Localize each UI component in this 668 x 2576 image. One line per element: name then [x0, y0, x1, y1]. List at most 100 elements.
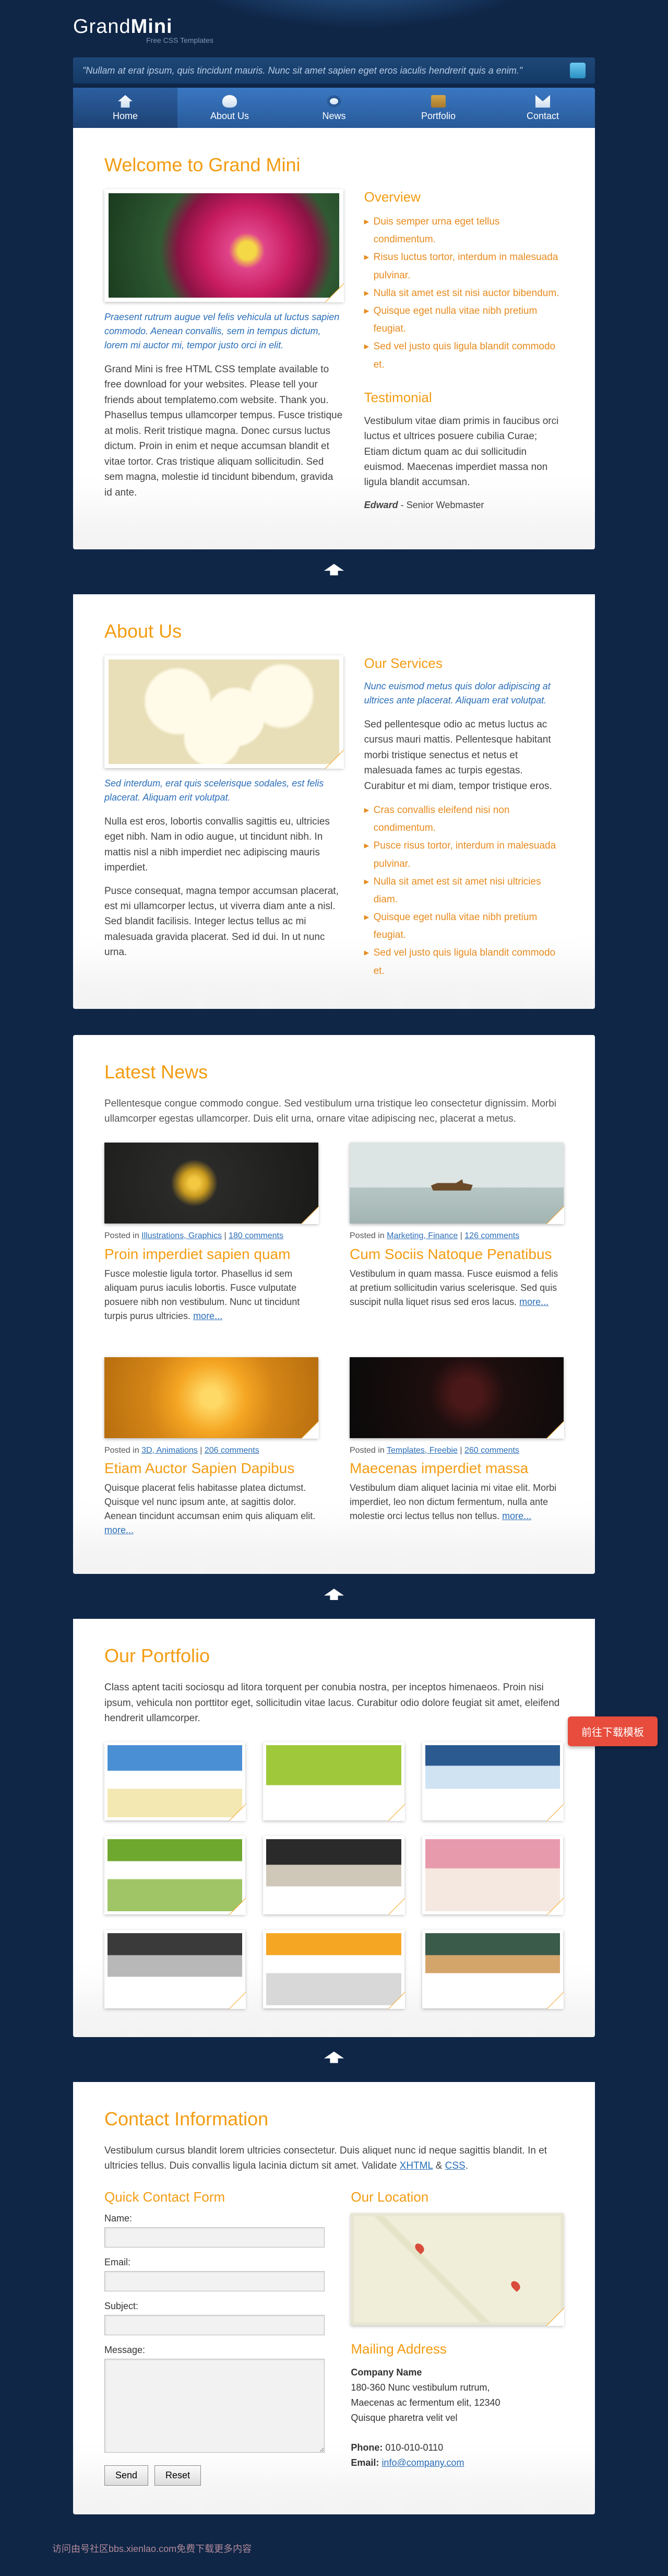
mailing-heading: Mailing Address — [351, 2341, 564, 2357]
email-link[interactable]: info@company.com — [381, 2457, 464, 2468]
comments-link[interactable]: 260 comments — [464, 1446, 519, 1455]
portfolio-item[interactable] — [422, 1930, 563, 2008]
category-link[interactable]: Illustrations, Graphics — [141, 1231, 222, 1240]
scroll-top-button[interactable] — [73, 2052, 595, 2066]
comments-link[interactable]: 180 comments — [229, 1231, 283, 1240]
list-item: Pusce risus tortor, interdum in malesuad… — [364, 837, 564, 873]
list-item: Quisque eget nulla vitae nibh pretium fe… — [364, 909, 564, 944]
contact-intro: Vestibulum cursus blandit lorem ultricie… — [104, 2143, 564, 2174]
nav-label: About Us — [210, 111, 249, 121]
portfolio-item[interactable] — [263, 1836, 404, 1914]
mailing-address: Company Name 180-360 Nunc vestibulum rut… — [351, 2365, 564, 2471]
category-link[interactable]: 3D, Animations — [141, 1446, 198, 1455]
subject-input[interactable] — [104, 2315, 325, 2335]
site-header: GrandMini Free CSS Templates — [73, 0, 595, 57]
news-heading[interactable]: Etiam Auctor Sapien Dapibus — [104, 1460, 318, 1477]
nav-label: Home — [113, 111, 138, 121]
news-meta: Posted in 3D, Animations | 206 comments — [104, 1444, 318, 1457]
more-link[interactable]: more... — [519, 1297, 548, 1307]
reset-button[interactable]: Reset — [154, 2465, 201, 2486]
about-p2: Pusce consequat, magna tempor accumsan p… — [104, 884, 343, 960]
logo-text-b: Mini — [131, 16, 173, 38]
category-link[interactable]: Marketing, Finance — [387, 1231, 458, 1240]
logo[interactable]: GrandMini — [73, 16, 173, 38]
chevron-up-icon — [324, 564, 344, 575]
bottom-watermark: 访问由号社区bbs.xienlao.com免费下载更多内容 — [0, 2540, 668, 2576]
portfolio-item[interactable] — [104, 1930, 245, 2008]
home-title: Welcome to Grand Mini — [104, 154, 564, 176]
testimonial-text: Vestibulum vitae diam primis in faucibus… — [364, 414, 564, 490]
portfolio-item[interactable] — [422, 1836, 563, 1914]
chevron-up-icon — [324, 1589, 344, 1600]
scroll-top-button[interactable] — [73, 564, 595, 579]
news-body: Fusce molestie ligula tortor. Phasellus … — [104, 1267, 318, 1323]
comments-link[interactable]: 126 comments — [464, 1231, 519, 1240]
download-template-button[interactable]: 前往下载模板 — [568, 1716, 658, 1746]
portfolio-item[interactable] — [263, 1930, 404, 2008]
portfolio-item[interactable] — [104, 1836, 245, 1914]
location-map[interactable] — [351, 2213, 564, 2325]
subject-label: Subject: — [104, 2301, 325, 2312]
portfolio-section: Our Portfolio Class aptent taciti socios… — [73, 1619, 595, 2037]
more-link[interactable]: more... — [502, 1511, 531, 1521]
logo-text-a: Grand — [73, 16, 131, 38]
news-heading[interactable]: Cum Sociis Natoque Penatibus — [350, 1246, 564, 1263]
twitter-icon[interactable] — [570, 63, 586, 78]
list-item: Duis semper urna eget tellus condimentum… — [364, 213, 564, 249]
rose-image — [104, 189, 343, 302]
nav-contact[interactable]: Contact — [491, 88, 595, 128]
news-heading[interactable]: Maecenas imperdiet massa — [350, 1460, 564, 1477]
name-input[interactable] — [104, 2227, 325, 2248]
contact-section: Contact Information Vestibulum cursus bl… — [73, 2082, 595, 2515]
comments-link[interactable]: 206 comments — [205, 1446, 259, 1455]
portfolio-item[interactable] — [104, 1742, 245, 1820]
nav-news[interactable]: News — [282, 88, 386, 128]
mail-icon — [535, 95, 550, 108]
category-link[interactable]: Templates, Freebie — [387, 1446, 458, 1455]
list-item: Nulla sit amet est sit amet nisi ultrici… — [364, 873, 564, 909]
home-paragraph: Grand Mini is free HTML CSS template ava… — [104, 362, 343, 500]
news-item: Posted in Marketing, Finance | 126 comme… — [350, 1143, 564, 1331]
portfolio-item[interactable] — [263, 1742, 404, 1820]
home-caption: Praesent rutrum augue vel felis vehicula… — [104, 310, 343, 352]
tagline-bar: "Nullam at erat ipsum, quis tincidunt ma… — [73, 57, 595, 84]
user-icon — [222, 95, 237, 108]
main-menu: Home About Us News Portfolio Contact — [73, 88, 595, 128]
news-meta: Posted in Illustrations, Graphics | 180 … — [104, 1230, 318, 1243]
css-link[interactable]: CSS — [445, 2160, 466, 2171]
scroll-top-button[interactable] — [73, 1589, 595, 1603]
overview-title: Overview — [364, 189, 564, 205]
news-image[interactable] — [350, 1143, 564, 1224]
portfolio-item[interactable] — [422, 1742, 563, 1820]
nav-about[interactable]: About Us — [177, 88, 282, 128]
list-item: Nulla sit amet est sit nisi auctor biben… — [364, 285, 564, 302]
news-image[interactable] — [350, 1357, 564, 1438]
xhtml-link[interactable]: XHTML — [400, 2160, 433, 2171]
gear-icon — [327, 95, 341, 108]
about-caption: Sed interdum, erat quis scelerisque soda… — [104, 777, 343, 805]
news-item: Posted in 3D, Animations | 206 comments … — [104, 1357, 318, 1546]
news-image[interactable] — [104, 1357, 318, 1438]
services-title: Our Services — [364, 655, 564, 672]
nav-portfolio[interactable]: Portfolio — [386, 88, 491, 128]
message-input[interactable] — [104, 2359, 325, 2453]
list-item: Cras convallis eleifend nisi non condime… — [364, 802, 564, 837]
logo-subtitle: Free CSS Templates — [146, 36, 595, 44]
news-heading[interactable]: Proin imperdiet sapien quam — [104, 1246, 318, 1263]
more-link[interactable]: more... — [104, 1525, 134, 1535]
nav-home[interactable]: Home — [73, 88, 177, 128]
overview-list: Duis semper urna eget tellus condimentum… — [364, 213, 564, 374]
more-link[interactable]: more... — [193, 1311, 222, 1321]
news-body: Quisque placerat felis habitasse platea … — [104, 1481, 318, 1537]
home-section: Welcome to Grand Mini Praesent rutrum au… — [73, 128, 595, 549]
phone-value: 010-010-0110 — [385, 2442, 443, 2453]
send-button[interactable]: Send — [104, 2465, 148, 2486]
email-input[interactable] — [104, 2271, 325, 2291]
news-image[interactable] — [104, 1143, 318, 1224]
news-body: Vestibulum in quam massa. Fusce euismod … — [350, 1267, 564, 1309]
services-caption: Nunc euismod metus quis dolor adipiscing… — [364, 679, 564, 708]
portfolio-title: Our Portfolio — [104, 1645, 564, 1667]
testimonial-title: Testimonial — [364, 390, 564, 406]
news-item: Posted in Templates, Freebie | 260 comme… — [350, 1357, 564, 1546]
news-meta: Posted in Templates, Freebie | 260 comme… — [350, 1444, 564, 1457]
